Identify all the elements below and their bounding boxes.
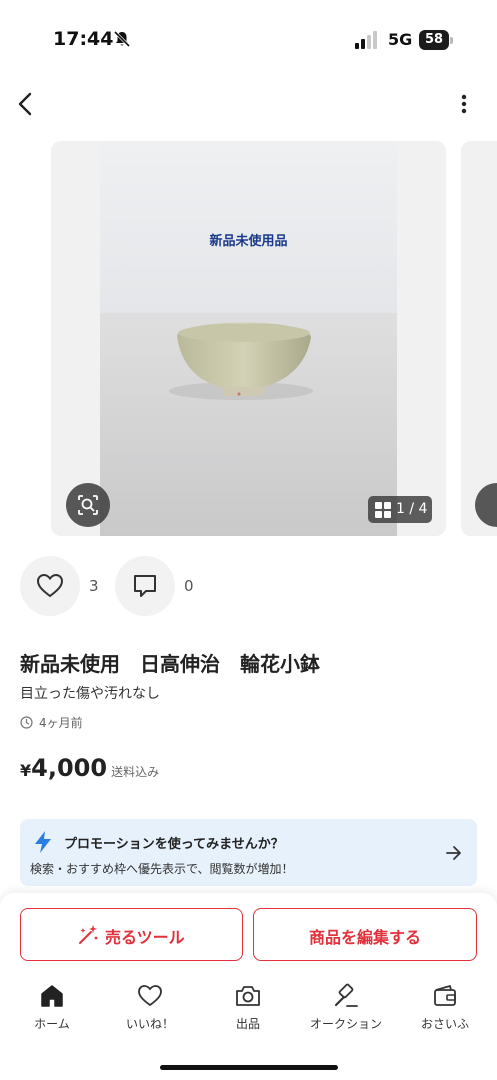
arrow-right-icon (446, 846, 461, 860)
next-image-preview[interactable] (461, 141, 497, 536)
camera-icon (236, 986, 260, 1006)
tab-home-label: ホーム (34, 1017, 70, 1031)
product-condition: 目立った傷や汚れなし (20, 686, 160, 702)
edit-item-label: 商品を編集する (308, 928, 421, 947)
tab-auction-label: オークション (309, 1017, 382, 1031)
heart-icon (138, 985, 162, 1007)
price-currency: ¥ (20, 761, 32, 780)
tab-likes[interactable]: いいね！ (105, 983, 195, 1035)
more-vertical-icon[interactable] (452, 90, 476, 118)
clock-icon (20, 716, 33, 729)
signal-icon (355, 31, 377, 49)
status-time: 17:44 (53, 28, 114, 50)
chevron-left-icon[interactable] (14, 90, 38, 118)
gavel-icon (334, 983, 358, 1007)
photo-caption: 新品未使用品 (209, 234, 288, 249)
promotion-description: 検索・おすすめ枠へ優先表示で、閲覧数が増加！ (30, 862, 294, 876)
status-bar: 17:44 5G 58 (0, 0, 497, 80)
battery-icon: 58 (419, 30, 453, 50)
battery-level: 58 (419, 30, 449, 50)
image-search-icon (78, 495, 98, 515)
tab-wallet-label: おさいふ (420, 1017, 469, 1031)
tab-home[interactable]: ホーム (7, 983, 97, 1035)
wallet-icon (434, 985, 456, 1006)
home-indicator (160, 1065, 338, 1070)
battery-tip (450, 37, 453, 44)
tab-sell[interactable]: 出品 (203, 983, 293, 1035)
price: ¥4,000 送料込み (20, 754, 159, 782)
sell-tools-label: 売るツール (105, 928, 185, 947)
comment-button[interactable] (115, 556, 175, 616)
comment-icon (134, 575, 156, 597)
price-value: 4,000 (31, 754, 108, 782)
like-button[interactable] (20, 556, 80, 616)
bowl-photo-illustration (100, 141, 397, 536)
image-counter[interactable]: 1 / 4 (368, 496, 432, 523)
image-search-button[interactable] (66, 483, 110, 527)
product-photo[interactable]: 新品未使用品 (100, 141, 397, 536)
network-type: 5G (388, 30, 413, 49)
like-count: 3 (89, 577, 99, 595)
tab-likes-label: いいね！ (125, 1017, 174, 1031)
heart-icon (36, 573, 64, 598)
lightning-icon (35, 831, 51, 853)
promotion-banner[interactable]: プロモーションを使ってみませんか？ 検索・おすすめ枠へ優先表示で、閲覧数が増加！ (20, 819, 477, 886)
sell-tools-button[interactable]: 売るツール (20, 908, 243, 961)
tab-wallet[interactable]: おさいふ (400, 983, 490, 1035)
bottom-panel: 売るツール 商品を編集する ホーム いいね！ 出品 オークション おさいふ (0, 893, 497, 1080)
edit-item-button[interactable]: 商品を編集する (253, 908, 477, 961)
promotion-title: プロモーションを使ってみませんか？ (64, 837, 284, 852)
sparkle-wand-icon (79, 925, 98, 944)
posted-time-text: 4ヶ月前 (39, 716, 83, 730)
tab-sell-label: 出品 (235, 1017, 260, 1031)
product-image-carousel[interactable]: 新品未使用品 (51, 141, 446, 536)
image-counter-text: 1 / 4 (396, 501, 428, 517)
grid-icon (375, 502, 391, 518)
comment-count: 0 (184, 577, 194, 595)
product-title: 新品未使用 日高伸治 輪花小鉢 (20, 652, 320, 676)
shipping-note: 送料込み (111, 765, 160, 779)
bell-slash-icon (113, 30, 131, 48)
home-icon (41, 985, 63, 1007)
tab-auction[interactable]: オークション (301, 983, 391, 1035)
